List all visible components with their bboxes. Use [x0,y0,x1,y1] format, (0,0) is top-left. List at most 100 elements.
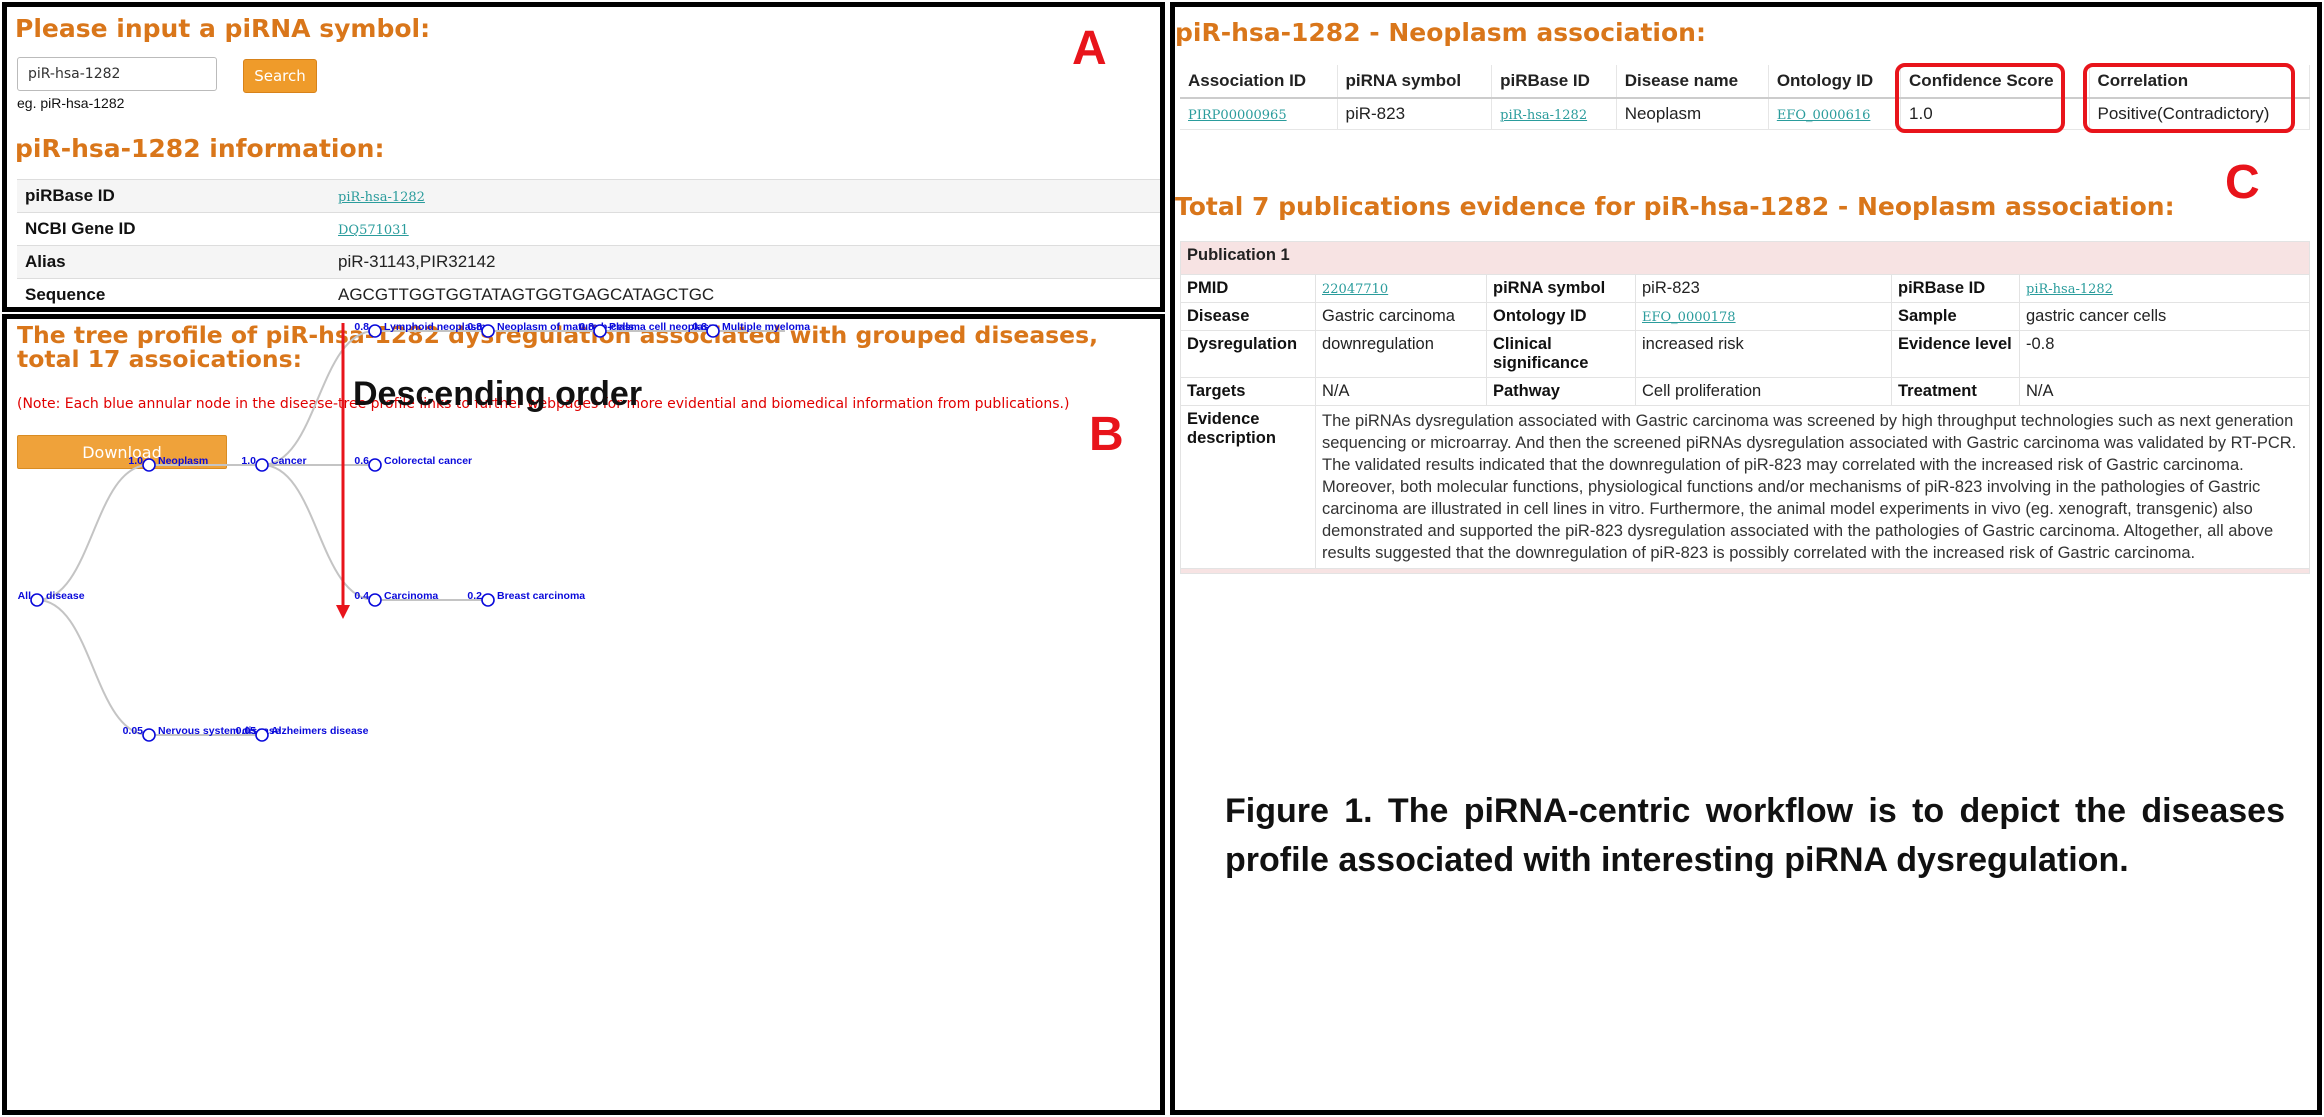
info-value: AGCGTTGGTGGTATAGTGGTGAGCATAGCTGC [330,278,1160,307]
pmid-label: PMID [1180,274,1316,303]
node-label: Colorectal cancer [384,455,472,467]
panel-letter-a: A [1072,22,1107,75]
pirna-value: piR-823 [1635,274,1892,303]
ontology-link[interactable]: EFO_0000178 [1642,310,1736,325]
search-button[interactable]: Search [243,59,317,93]
node-label: Cancer [271,455,307,467]
annular-node-icon[interactable] [142,458,156,472]
node-label: Alzheimers disease [271,725,369,737]
annular-node-icon[interactable] [142,728,156,742]
table-row: Disease Gastric carcinoma Ontology ID EF… [1180,302,2310,331]
info-key: Alias [17,245,330,279]
table-row: piRBase ID piR-hsa-1282 [17,179,1160,213]
node-score: 0.05 [236,725,257,737]
tree-node-breast[interactable]: 0.2 Breast carcinoma [467,590,585,607]
table-row: Targets N/A Pathway Cell proliferation T… [1180,377,2310,406]
node-score: 1.0 [241,455,256,467]
tree-node-cancer[interactable]: 1.0 Cancer [241,455,307,472]
node-score: 0.4 [354,590,369,602]
info-value: piR-31143,PIR32142 [330,245,1160,279]
node-label: Breast carcinoma [497,590,585,602]
panel-c-association: piR-hsa-1282 - Neoplasm association: Ass… [1170,2,2322,1115]
annular-node-icon[interactable] [481,593,495,607]
annular-node-icon[interactable] [593,324,607,338]
info-key: piRBase ID [17,179,330,213]
annular-node-icon[interactable] [368,324,382,338]
disease-value: Gastric carcinoma [1315,302,1487,331]
association-id-link[interactable]: PIRP00000965 [1188,108,1287,123]
clinical-label: Clinical significance [1486,330,1636,378]
annular-node-icon[interactable] [30,593,44,607]
pirna-label: piRNA symbol [1486,274,1636,303]
annular-node-icon[interactable] [706,324,720,338]
ontology-label: Ontology ID [1486,302,1636,331]
table-row: NCBI Gene ID DQ571031 [17,212,1160,246]
publications-title: Total 7 publications evidence for piR-hs… [1175,192,2175,221]
node-score: All [18,590,32,602]
node-score: 0.8 [467,321,482,333]
node-score: 0.6 [354,455,369,467]
treatment-label: Treatment [1891,377,2020,406]
column-header: Association ID [1180,65,1338,99]
ontology-link[interactable]: EFO_0000616 [1777,108,1871,123]
evidence-level-label: Evidence level [1891,330,2020,378]
treatment-value: N/A [2019,377,2310,406]
node-score: 0.8 [692,321,707,333]
evidence-level-value: -0.8 [2019,330,2310,378]
column-header: Ontology ID [1768,65,1902,99]
arrow-head [336,605,350,619]
node-label: Neoplasm [158,455,208,467]
dysregulation-value: downregulation [1315,330,1487,378]
pirna-symbol-cell: piR-823 [1337,98,1493,130]
search-input[interactable] [17,57,217,91]
dysregulation-label: Dysregulation [1180,330,1316,378]
panel-letter-c: C [2225,156,2260,209]
column-header: piRBase ID [1491,65,1617,99]
publication-footer [1180,568,2310,574]
ncbi-gene-link[interactable]: DQ571031 [338,223,409,238]
table-row: PMID 22047710 piRNA symbol piR-823 piRBa… [1180,274,2310,303]
pirbase-link[interactable]: piR-hsa-1282 [1500,108,1587,123]
confidence-score-highlight [1895,63,2065,133]
pirbase-link[interactable]: piR-hsa-1282 [2026,282,2113,297]
annular-node-icon[interactable] [368,593,382,607]
annular-node-icon[interactable] [255,458,269,472]
search-title: Please input a piRNA symbol: [15,14,431,43]
tree-node-colorectal[interactable]: 0.6 Colorectal cancer [354,455,472,472]
tree-node-neoplasm[interactable]: 1.0 Neoplasm [128,455,208,472]
tree-node-carcinoma[interactable]: 0.4 Carcinoma [354,590,438,607]
info-table: piRBase ID piR-hsa-1282 NCBI Gene ID DQ5… [17,179,1160,307]
pathway-label: Pathway [1486,377,1636,406]
node-label: Carcinoma [384,590,438,602]
node-score: 0.2 [467,590,482,602]
publication-table: Publication 1 PMID 22047710 piRNA symbol… [1180,241,2310,574]
table-row: Dysregulation downregulation Clinical si… [1180,330,2310,378]
disease-label: Disease [1180,302,1316,331]
column-header: Disease name [1616,65,1769,99]
correlation-highlight [2083,63,2295,133]
disease-name-cell: Neoplasm [1616,98,1769,130]
example-hint: eg. piR-hsa-1282 [17,95,125,111]
info-key: Sequence [17,278,330,307]
table-row: Alias piR-31143,PIR32142 [17,245,1160,279]
column-header: piRNA symbol [1337,65,1493,99]
tree-node-lymphoid[interactable]: 0.8 Lymphoid neoplasm [354,321,486,338]
evidence-description: The piRNAs dysregulation associated with… [1315,405,2310,569]
targets-value: N/A [1315,377,1487,406]
node-label: disease [46,590,85,602]
association-title: piR-hsa-1282 - Neoplasm association: [1175,18,1706,47]
panel-a-search: Please input a piRNA symbol: A Search eg… [2,2,1165,312]
annular-node-icon[interactable] [481,324,495,338]
node-score: 0.8 [579,321,594,333]
node-score: 1.0 [128,455,143,467]
pirbase-link[interactable]: piR-hsa-1282 [338,190,425,205]
node-score: 0.05 [123,725,144,737]
targets-label: Targets [1180,377,1316,406]
node-score: 0.8 [354,321,369,333]
pirbase-label: piRBase ID [1891,274,2020,303]
pmid-link[interactable]: 22047710 [1322,282,1388,297]
annular-node-icon[interactable] [368,458,382,472]
annular-node-icon[interactable] [255,728,269,742]
clinical-value: increased risk [1635,330,1892,378]
tree-node-alzheimers[interactable]: 0.05 Alzheimers disease [236,725,369,742]
